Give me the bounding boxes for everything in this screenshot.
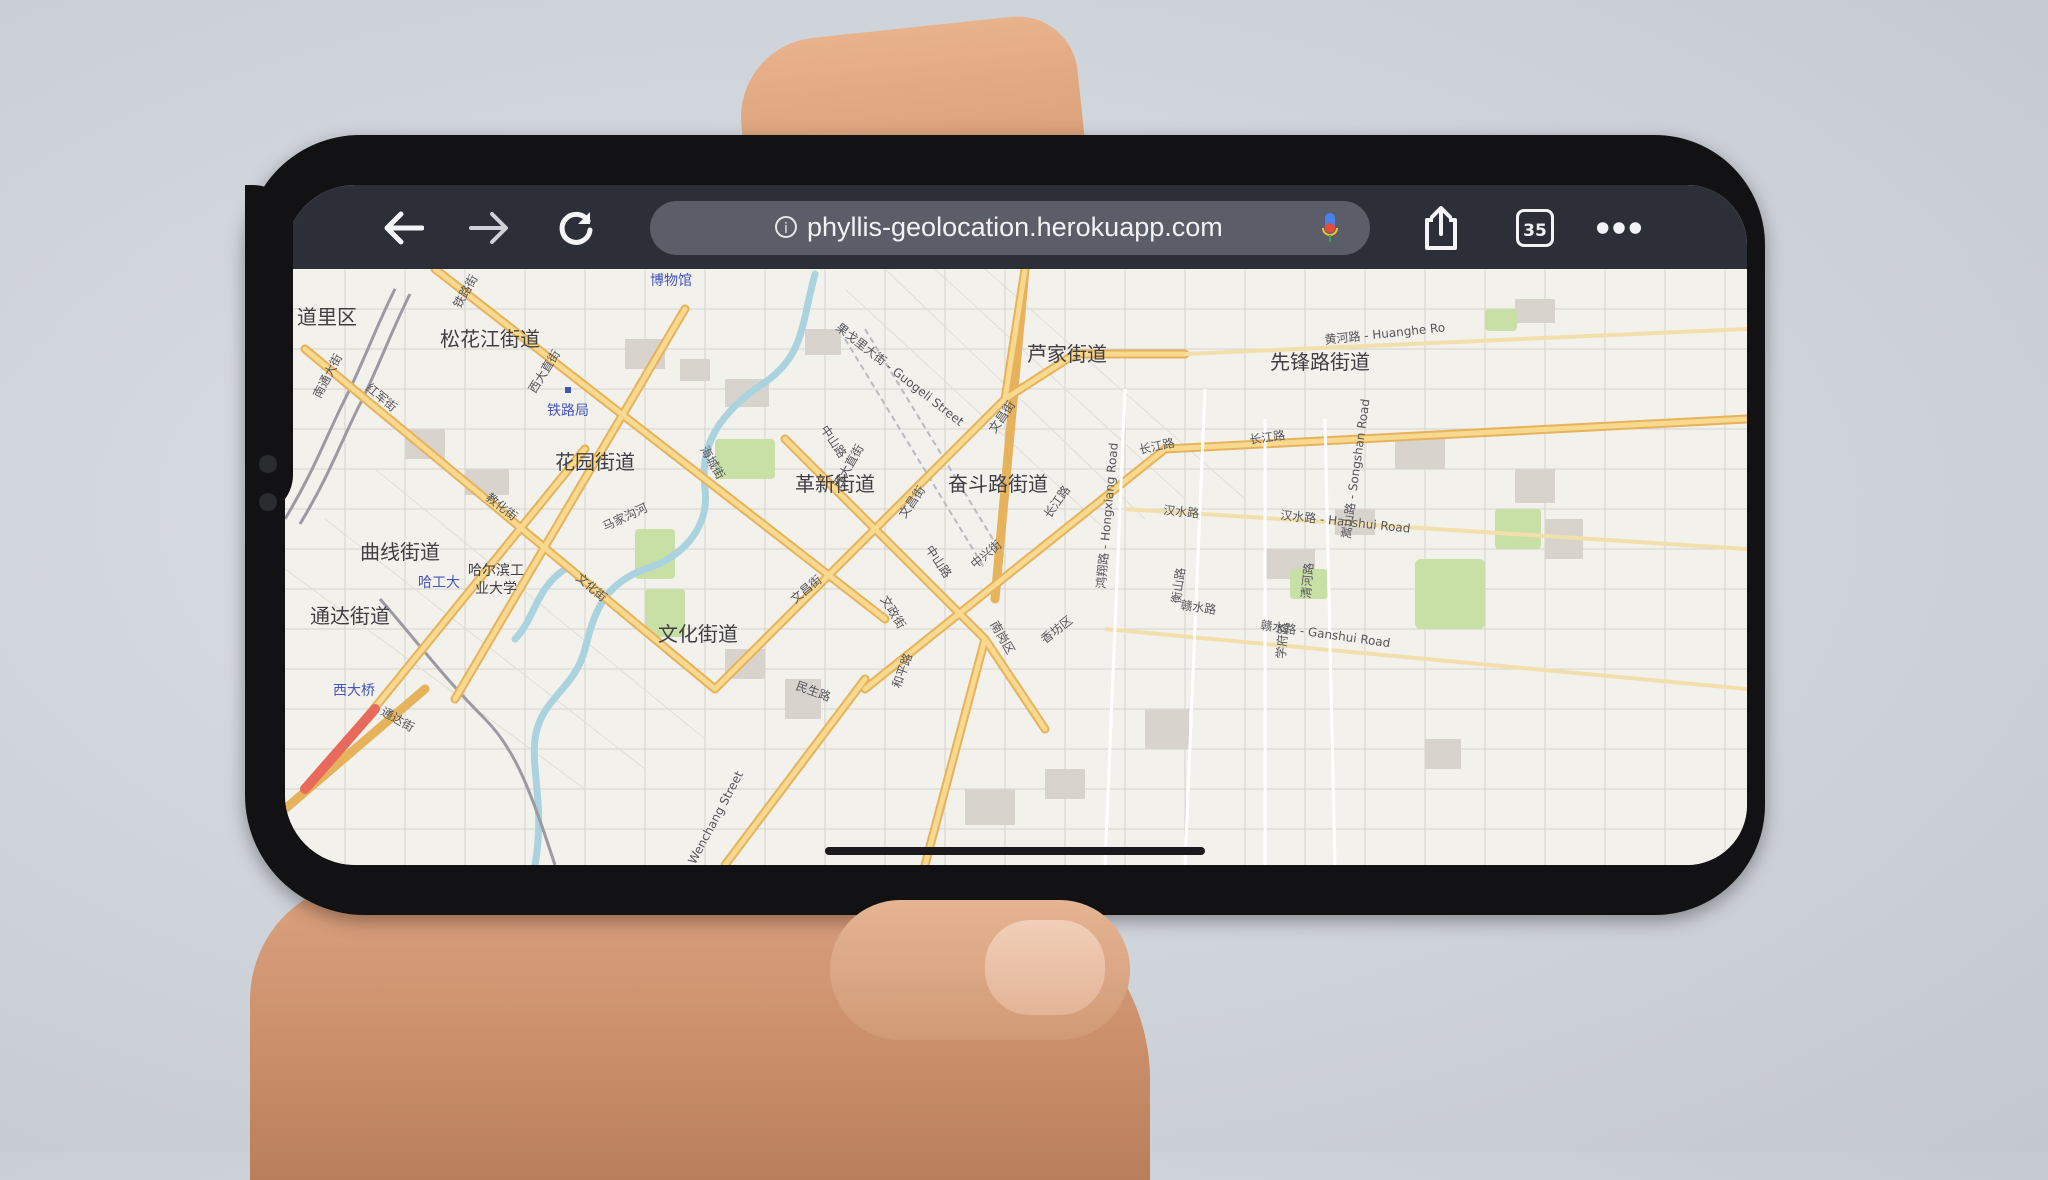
back-arrow-icon[interactable] (380, 205, 426, 251)
poi-hust-1: 哈尔滨工 (468, 563, 524, 579)
address-bar[interactable]: i phyllis-geolocation.herokuapp.com (650, 201, 1370, 255)
poi-xidaqiao: 西大桥 (333, 683, 375, 699)
map-view[interactable]: 道里区 松花江街道 花园街道 曲线街道 通达街道 革新街道 奋斗路街道 芦家街道… (285, 269, 1747, 865)
info-icon[interactable]: i (775, 216, 797, 238)
district-label-wenhua: 文化街道 (658, 622, 738, 646)
poi-railway: 铁路局 (547, 403, 589, 419)
thumb-nail (985, 920, 1105, 1015)
district-label-xianfenglu: 先锋路街道 (1270, 350, 1370, 374)
railway-marker (565, 387, 571, 393)
district-label-songhuajiang: 松花江街道 (440, 327, 540, 351)
sensor-icon (259, 493, 277, 511)
more-icon[interactable] (1596, 205, 1642, 251)
poi-museum: 博物馆 (650, 272, 692, 289)
district-label-quxian: 曲线街道 (360, 540, 440, 564)
microphone-icon[interactable] (1322, 213, 1338, 243)
district-label-lujia: 芦家街道 (1027, 342, 1107, 366)
phone-screen: i phyllis-geolocation.herokuapp.com 35 道… (285, 185, 1747, 865)
share-icon[interactable] (1418, 205, 1464, 251)
district-label-daoli: 道里区 (297, 305, 357, 329)
district-label-huayuan: 花园街道 (555, 450, 635, 474)
url-text[interactable]: phyllis-geolocation.herokuapp.com (807, 212, 1223, 243)
poi-hit: 哈工大 (418, 575, 460, 591)
district-label-tongda: 通达街道 (310, 604, 390, 628)
browser-toolbar: i phyllis-geolocation.herokuapp.com 35 (285, 185, 1747, 269)
home-indicator[interactable] (825, 847, 1205, 855)
camera-icon (259, 455, 277, 473)
forward-arrow-icon[interactable] (467, 205, 513, 251)
road-label-qinghe: 清河路 (1298, 562, 1316, 599)
road-label-xuefu: 学府路 (1273, 622, 1291, 659)
district-label-fendoulu: 奋斗路街道 (948, 472, 1048, 496)
poi-hust-2: 业大学 (475, 581, 517, 597)
phone-notch (245, 185, 293, 515)
reload-icon[interactable] (553, 205, 599, 251)
tabs-icon[interactable]: 35 (1516, 209, 1554, 247)
